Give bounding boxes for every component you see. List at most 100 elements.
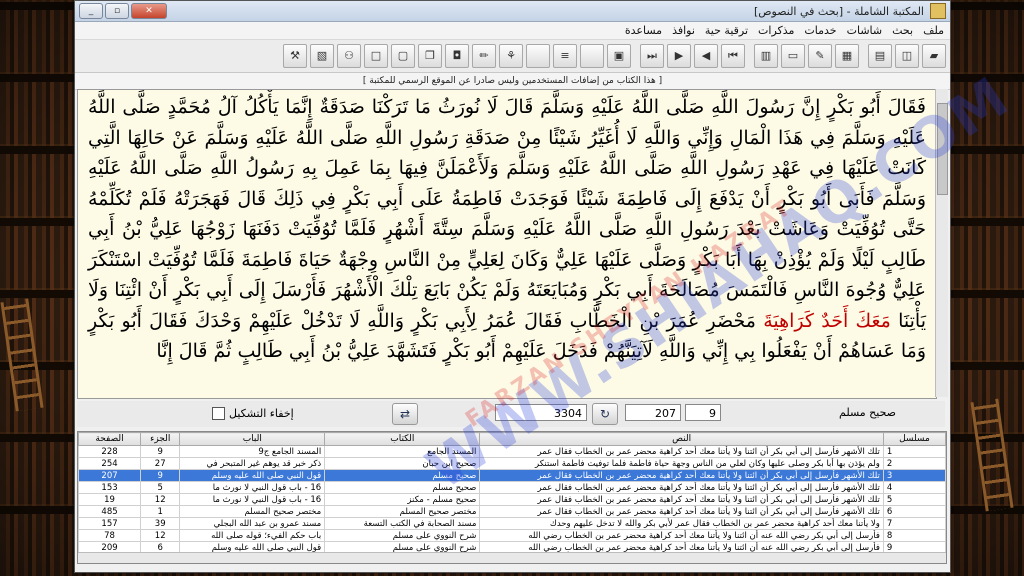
table-row[interactable]: 157 39 مسند عمرو بن عبد الله البجلي مسند ال… — [78, 517, 946, 530]
grid-icon[interactable]: ▦ — [835, 44, 859, 68]
cell-chapter: المسند الجامع ج9 — [179, 445, 326, 458]
column-header[interactable]: الصفحة — [78, 432, 142, 446]
cell-page: 157 — [78, 517, 142, 530]
cell-part: 1 — [140, 505, 181, 518]
menu-item-0[interactable]: ملف — [923, 24, 944, 37]
cell-text: تلك الأشهر فأرسل إلى أبي بكر أن ائتنا ول… — [479, 481, 884, 494]
cell-page: 153 — [78, 481, 142, 494]
cell-chapter: قول النبي صلى الله عليه وسلم — [179, 469, 326, 482]
cell-chapter: مختصر صحيح المسلم — [179, 505, 326, 518]
edit-icon[interactable]: ✎ — [808, 44, 832, 68]
cell-part: 9 — [140, 469, 181, 482]
menu-item-2[interactable]: شاشات — [847, 24, 883, 37]
doc-icon[interactable]: □ — [364, 44, 388, 68]
checkbox-box[interactable] — [212, 407, 225, 420]
cell-page: 254 — [78, 457, 142, 470]
save-icon[interactable]: ▢ — [391, 44, 415, 68]
cell-book: مختصر صحيح المسلم — [324, 505, 481, 518]
cell-text: ولم يؤذن بها أبا بكر وصلى عليها وكان لعل… — [479, 457, 884, 470]
search-highlight: مَعَكَ أَحَدٌ كَرَاهِيَةَ — [763, 309, 891, 332]
refresh-icon[interactable]: ↻ — [592, 403, 618, 425]
blank-icon-2[interactable]: ≡ — [553, 44, 577, 68]
library-icon[interactable]: ▣ — [607, 44, 631, 68]
table-hscrollbar[interactable] — [78, 552, 946, 563]
cell-chapter: باب حكم الفيء؛ قوله صلى الله — [179, 529, 326, 542]
cell-page: 207 — [78, 469, 142, 482]
maximize-button[interactable]: ▫ — [105, 3, 129, 19]
swap-icon[interactable]: ⇄ — [392, 403, 418, 425]
prev-icon[interactable]: ▶ — [667, 44, 691, 68]
cell-n: 4 — [882, 481, 946, 494]
cell-part: 12 — [140, 529, 181, 542]
binoculars-icon[interactable]: ⚇ — [337, 44, 361, 68]
calendar-icon[interactable]: ▧ — [310, 44, 334, 68]
cell-page: 485 — [78, 505, 142, 518]
cell-n: 1 — [882, 445, 946, 458]
blank-icon-3[interactable] — [526, 44, 550, 68]
table-row[interactable]: 78 12 باب حكم الفيء؛ قوله صلى الله شرح النو… — [78, 529, 946, 542]
menu-item-4[interactable]: مذكرات — [758, 24, 794, 37]
print-icon[interactable]: ▥ — [754, 44, 778, 68]
cell-chapter: 16 - باب قول النبي لا نورث ما — [179, 481, 326, 494]
next-icon[interactable]: ◀ — [694, 44, 718, 68]
cell-part: 39 — [140, 517, 181, 530]
menu-item-1[interactable]: بحث — [892, 24, 913, 37]
menu-bar: ملف بحث شاشات خدمات مذكرات ترقية حية نوافذ مساع… — [75, 22, 950, 40]
table-row[interactable]: 19 12 16 - باب قول النبي لا نورث ما صحيح مس… — [78, 493, 946, 506]
window-title: المكتبة الشاملة - [بحث في النصوص] — [753, 4, 924, 18]
column-header[interactable]: الجزء — [140, 432, 181, 446]
cell-page: 78 — [78, 529, 142, 542]
part-field[interactable]: 9 — [685, 404, 721, 421]
cell-part: 5 — [140, 481, 181, 494]
current-book-name: صحيح مسلم — [839, 406, 897, 419]
cell-book: شرح النووي على مسلم — [324, 529, 481, 542]
pen-icon[interactable]: ✏ — [472, 44, 496, 68]
cell-n: 8 — [882, 529, 946, 542]
open-book-icon[interactable]: ◫ — [895, 44, 919, 68]
tree-icon[interactable]: ⚘ — [499, 44, 523, 68]
close-button[interactable]: ✕ — [131, 3, 167, 19]
book-icon[interactable]: ▰ — [922, 44, 946, 68]
column-header[interactable]: مسلسل — [882, 432, 946, 446]
layout-icon[interactable]: ▤ — [868, 44, 892, 68]
folder-icon[interactable]: ▭ — [781, 44, 805, 68]
menu-item-5[interactable]: ترقية حية — [705, 24, 748, 37]
table-row[interactable]: 207 9 قول النبي صلى الله عليه وسلم صحيح مسل… — [78, 469, 946, 482]
app-icon — [930, 3, 946, 19]
table-row[interactable]: 485 1 مختصر صحيح المسلم مختصر صحيح المسلم تل… — [78, 505, 946, 518]
cell-part: 27 — [140, 457, 181, 470]
cell-page: 228 — [78, 445, 142, 458]
last-icon[interactable]: ⏮ — [721, 44, 745, 68]
cell-n: 7 — [882, 517, 946, 530]
notice-bar: [ هذا الكتاب من إضافات المستخدمين وليس ص… — [75, 73, 950, 90]
cell-text: تلك الأشهر فأرسل إلى أبي بكر أن ائتنا ول… — [479, 505, 884, 518]
cell-n: 2 — [882, 457, 946, 470]
minimize-button[interactable]: _ — [79, 3, 103, 19]
cell-n: 5 — [882, 493, 946, 506]
cell-chapter: ذكر خبر قد يوهم غير المتبحر في — [179, 457, 326, 470]
cell-part: 9 — [140, 445, 181, 458]
toolbar: ▰ ◫ ▤ ▦ ✎ ▭ ▥ ⏮ ◀ ▶ ⏭ ▣ ≡ ⚘ ✏ ◘ ❐ ▢ □ ⚇ … — [75, 40, 950, 73]
cell-n: 6 — [882, 505, 946, 518]
copy-icon[interactable]: ❐ — [418, 44, 442, 68]
table-row[interactable]: 153 5 16 - باب قول النبي لا نورث ما صحيح مس… — [78, 481, 946, 494]
page-field[interactable]: 207 — [625, 404, 681, 421]
cell-page: 19 — [78, 493, 142, 506]
cell-part: 12 — [140, 493, 181, 506]
menu-item-7[interactable]: مساعدة — [625, 24, 662, 37]
menu-item-6[interactable]: نوافذ — [672, 24, 695, 37]
cell-chapter: مسند عمرو بن عبد الله البجلي — [179, 517, 326, 530]
cell-text: تلك الأشهر فأرسل إلى أبي بكر أن ائتنا ول… — [479, 469, 884, 482]
first-icon[interactable]: ⏭ — [640, 44, 664, 68]
cell-chapter: 16 - باب قول النبي لا نورث ما — [179, 493, 326, 506]
title-bar: _ ▫ ✕ المكتبة الشاملة - [بحث في النصوص] — [75, 1, 950, 22]
cell-n: 3 — [882, 469, 946, 482]
hide-diacritics-checkbox[interactable]: إخفاء التشكيل — [212, 407, 294, 420]
hide-diacritics-label: إخفاء التشكيل — [229, 407, 294, 420]
column-header[interactable]: الباب — [179, 432, 326, 446]
note-icon[interactable]: ◘ — [445, 44, 469, 68]
menu-item-3[interactable]: خدمات — [804, 24, 836, 37]
tools-icon[interactable]: ⚒ — [283, 44, 307, 68]
blank-icon-1[interactable] — [580, 44, 604, 68]
cell-text: تلك الأشهر فأرسل إلى أبي بكر أن ائتنا ول… — [479, 445, 884, 458]
